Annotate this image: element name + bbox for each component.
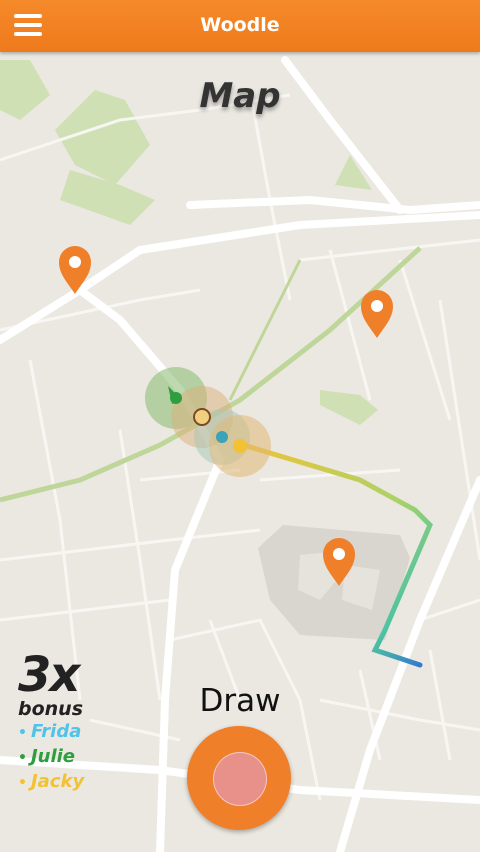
player-name: Jacky — [30, 771, 85, 792]
player-name: Julie — [30, 746, 76, 767]
player-name: Frida — [30, 721, 82, 742]
frida-marker — [216, 431, 228, 443]
bonus-panel: 3x bonus • Frida • Julie • Jacky — [18, 650, 84, 795]
player-frida: • Frida — [18, 721, 82, 742]
bonus-label: bonus — [18, 698, 84, 720]
jacky-marker — [233, 439, 247, 453]
app-title: Woodle — [200, 14, 280, 36]
app-header: Woodle — [0, 0, 480, 52]
bonus-multiplier: 3x — [18, 647, 80, 703]
draw-button[interactable] — [187, 726, 291, 830]
page-title: Map — [199, 76, 281, 116]
player-julie: • Julie — [18, 746, 76, 767]
record-button-icon — [213, 752, 267, 806]
draw-label: Draw — [199, 683, 281, 719]
start-marker — [193, 408, 211, 426]
player-jacky: • Jacky — [18, 771, 85, 792]
